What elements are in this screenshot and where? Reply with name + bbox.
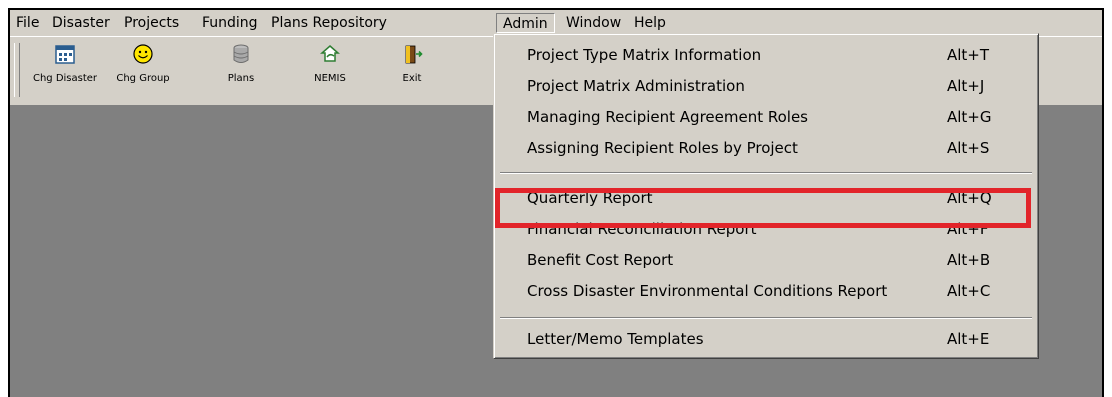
menu-item-label: Benefit Cost Report (527, 251, 674, 269)
database-icon (233, 44, 249, 63)
menu-item-cross-disaster-environmental[interactable]: Cross Disaster Environmental Conditions … (494, 276, 1038, 307)
menu-item-project-type-matrix[interactable]: Project Type Matrix Information Alt+T (494, 40, 1038, 71)
application-window: File Disaster Projects Funding Plans Rep… (8, 8, 1104, 397)
menu-item-label: Managing Recipient Agreement Roles (527, 108, 808, 126)
menu-item-benefit-cost-report[interactable]: Benefit Cost Report Alt+B (494, 245, 1038, 276)
menu-separator (500, 172, 1032, 174)
menu-item-label: Project Matrix Administration (527, 77, 745, 95)
menu-help[interactable]: Help (632, 13, 668, 33)
menu-window[interactable]: Window (564, 13, 623, 33)
menu-item-label: Project Type Matrix Information (527, 46, 762, 64)
exit-label: Exit (402, 73, 422, 84)
menu-item-shortcut: Alt+J (947, 77, 985, 95)
smiley-icon (133, 44, 153, 64)
toolbar-grip[interactable] (14, 43, 20, 97)
menu-admin[interactable]: Admin (496, 13, 555, 33)
menu-disaster[interactable]: Disaster (50, 13, 112, 33)
exit-door-icon (405, 45, 423, 64)
menu-projects[interactable]: Projects (122, 13, 181, 33)
menu-plans-repository[interactable]: Plans Repository (269, 13, 389, 33)
menu-item-shortcut: Alt+T (947, 46, 990, 64)
calendar-icon (55, 45, 75, 64)
nemis-icon (320, 45, 340, 62)
chg-disaster-label: Chg Disaster (32, 73, 98, 84)
menu-item-shortcut: Alt+S (947, 139, 990, 157)
menu-item-shortcut: Alt+B (947, 251, 991, 269)
nemis-button[interactable]: NEMIS (300, 43, 360, 99)
highlight-annotation-box (495, 188, 1031, 228)
nemis-label: NEMIS (314, 73, 346, 84)
plans-button[interactable]: Plans (216, 43, 266, 99)
chg-disaster-button[interactable]: Chg Disaster (24, 43, 106, 99)
menu-item-assigning-recipient-roles[interactable]: Assigning Recipient Roles by Project Alt… (494, 133, 1038, 164)
exit-button[interactable]: Exit (392, 43, 432, 99)
menu-item-label: Letter/Memo Templates (527, 330, 704, 348)
menu-item-project-matrix-admin[interactable]: Project Matrix Administration Alt+J (494, 71, 1038, 102)
menu-item-shortcut: Alt+G (947, 108, 992, 126)
chg-group-label: Chg Group (116, 73, 170, 84)
menu-separator (500, 317, 1032, 319)
menu-item-shortcut: Alt+C (947, 282, 991, 300)
menu-item-shortcut: Alt+E (947, 330, 990, 348)
menu-file[interactable]: File (14, 13, 41, 33)
menu-item-label: Cross Disaster Environmental Conditions … (527, 282, 888, 300)
menu-funding[interactable]: Funding (200, 13, 260, 33)
menu-item-letter-memo-templates[interactable]: Letter/Memo Templates Alt+E (494, 324, 1038, 355)
menu-item-managing-recipient-roles[interactable]: Managing Recipient Agreement Roles Alt+G (494, 102, 1038, 133)
menu-item-label: Assigning Recipient Roles by Project (527, 139, 798, 157)
chg-group-button[interactable]: Chg Group (110, 43, 176, 99)
plans-label: Plans (227, 73, 255, 84)
